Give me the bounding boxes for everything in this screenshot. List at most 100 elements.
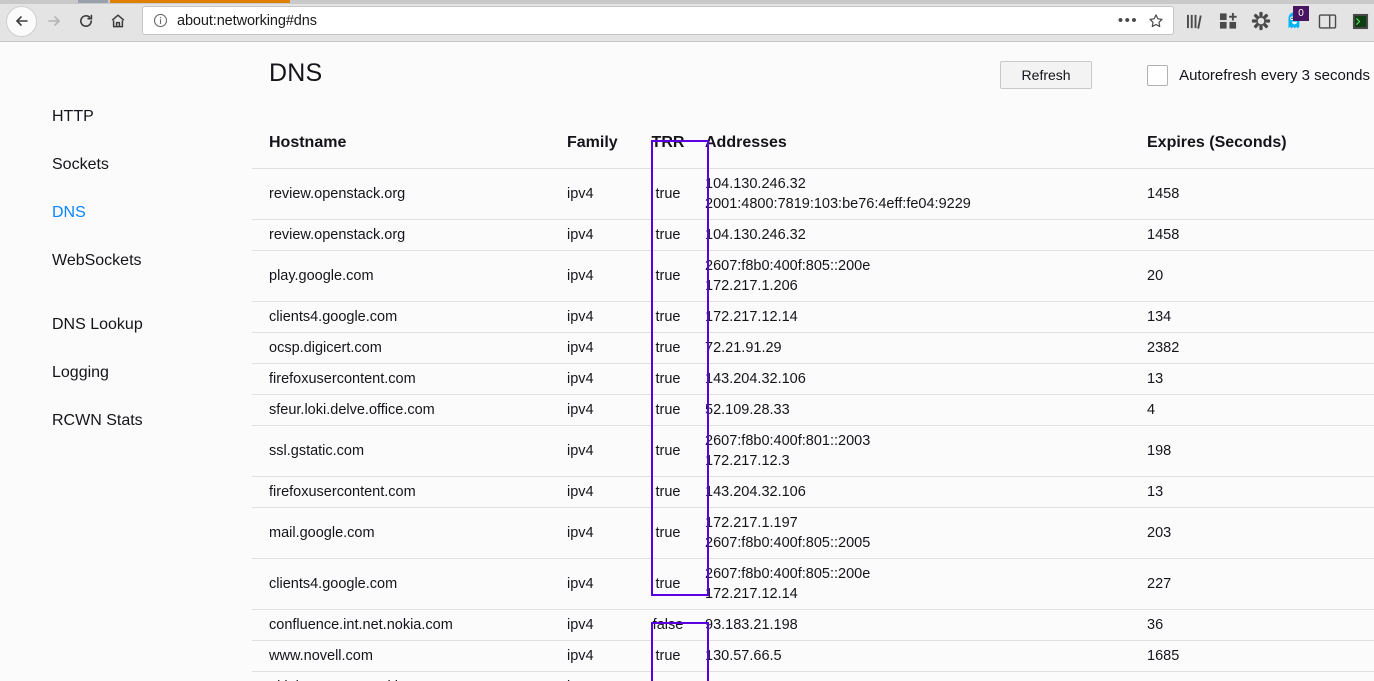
browser-chrome: about:networking#dns ••• 0 <box>0 0 1374 42</box>
cell-addresses: 2607:f8b0:400f:805::200e172.217.1.206 <box>697 250 1135 302</box>
table-row[interactable]: mail.google.com ipv4 true 172.217.1.197 2607… <box>252 507 1374 559</box>
cell-expires: 198 <box>1135 425 1374 477</box>
cell-addresses: 104.130.246.32 <box>697 219 1135 251</box>
address-line: 172.217.1.206 <box>705 278 798 294</box>
cell-family: ipv4 <box>567 476 639 508</box>
table-row[interactable]: gitlabe1.ext.net.nokia.comipv4true 93.183… <box>252 671 1374 681</box>
cell-expires: 1458 <box>1135 168 1374 220</box>
url-bar[interactable]: about:networking#dns ••• <box>142 6 1174 35</box>
cell-hostname: ssl.gstatic.com <box>252 425 567 477</box>
reload-icon[interactable] <box>71 6 101 36</box>
cell-addresses: 130.57.66.5 <box>697 640 1135 672</box>
about-networking-page: HTTP Sockets DNS WebSockets DNS Lookup L… <box>0 42 1374 681</box>
sidebar-item-websockets[interactable]: WebSockets <box>0 237 252 285</box>
column-header-hostname[interactable]: Hostname <box>252 134 567 169</box>
dns-table-body: review.openstack.org ipv4 true 104.130.246.… <box>252 168 1374 681</box>
cell-addresses: 2607:f8b0:400f:805::200e 172.217.12.14 <box>697 558 1135 610</box>
cell-family: ipv4 <box>567 394 639 426</box>
address-line: 130.57.66.5 <box>705 648 782 664</box>
table-row[interactable]: ocsp.digicert.com ipv4 true 72.21.91.29 2382 <box>252 332 1374 364</box>
cell-expires: 1458 <box>1135 219 1374 251</box>
address-line: 52.109.28.33 <box>705 402 790 418</box>
refresh-button[interactable]: Refresh <box>1000 61 1093 89</box>
collections-icon[interactable] <box>1213 6 1243 36</box>
terminal-icon[interactable] <box>1345 6 1374 36</box>
cell-trr: false <box>639 609 697 641</box>
forward-icon[interactable] <box>39 6 69 36</box>
home-icon[interactable] <box>103 6 133 36</box>
address-line: 93.183.21.198 <box>705 617 798 633</box>
table-row[interactable]: clients4.google.com ipv4 true 172.217.12.14… <box>252 301 1374 333</box>
table-row[interactable]: sfeur.loki.delve.office.com ipv4 true 52.10… <box>252 394 1374 426</box>
table-row[interactable]: play.google.com ipv4 true 2607:f8b0:400f:80… <box>252 250 1374 302</box>
table-row[interactable]: firefoxusercontent.com ipv4 true 143.204.32… <box>252 476 1374 508</box>
cell-addresses: 52.109.28.33 <box>697 394 1135 426</box>
url-text[interactable]: about:networking#dns <box>177 13 1115 29</box>
sidebar-item-http[interactable]: HTTP <box>0 93 252 141</box>
sidebar-item-dns[interactable]: DNS <box>0 189 252 237</box>
column-header-addresses[interactable]: Addresses <box>697 134 1135 169</box>
table-row[interactable]: ssl.gstatic.com ipv4 true 2607:f8b0:400f:80… <box>252 425 1374 477</box>
column-header-expires[interactable]: Expires (Seconds) <box>1135 134 1374 169</box>
cell-addresses: 2607:f8b0:400f:801::2003 172.217.12.3 <box>697 425 1135 477</box>
tab-strip[interactable] <box>0 0 1374 4</box>
cell-hostname: firefoxusercontent.com <box>252 363 567 395</box>
cell-trr: true <box>639 250 697 302</box>
cell-trr: true <box>639 640 697 672</box>
address-line: 172.217.1.197 <box>705 515 798 531</box>
sidebar-item-logging[interactable]: Logging <box>0 349 252 397</box>
table-row[interactable]: firefoxusercontent.com ipv4 true 143.204.32… <box>252 363 1374 395</box>
back-icon[interactable] <box>6 5 37 37</box>
library-icon[interactable] <box>1180 6 1210 36</box>
table-row[interactable]: www.novell.com ipv4 true 130.57.66.5 1685 <box>252 640 1374 672</box>
cell-hostname: mail.google.com <box>252 507 567 559</box>
cell-family: ipv4 <box>567 425 639 477</box>
dns-table-container[interactable]: Hostname Family TRR Addresses Expires (S… <box>252 134 1374 681</box>
cell-trr: true <box>639 558 697 610</box>
container-ghost-icon[interactable]: 0 <box>1279 6 1309 36</box>
cell-expires: 134 <box>1135 301 1374 333</box>
page-actions-icon[interactable]: ••• <box>1115 9 1141 33</box>
sidebar-item-rcwn-stats[interactable]: RCWN Stats <box>0 397 252 445</box>
column-header-family[interactable]: Family <box>567 134 639 169</box>
autorefresh-checkbox[interactable] <box>1147 64 1169 86</box>
sidebar-item-sockets[interactable]: Sockets <box>0 141 252 189</box>
sidebar-item-dns-lookup[interactable]: DNS Lookup <box>0 301 252 349</box>
dns-table: Hostname Family TRR Addresses Expires (S… <box>252 134 1374 681</box>
cell-family: ipv4 <box>567 507 639 559</box>
container-count-badge: 0 <box>1293 6 1309 21</box>
table-row[interactable]: review.openstack.org ipv4 true 104.130.246.… <box>252 219 1374 251</box>
star-icon[interactable] <box>1143 9 1169 33</box>
table-row[interactable]: confluence.int.net.nokia.com ipv4 false 93.… <box>252 609 1374 641</box>
table-row[interactable]: clients4.google.com ipv4 true 2607:f8b0:400… <box>252 558 1374 610</box>
sidebar-toggle-icon[interactable] <box>1312 6 1342 36</box>
tab-inactive[interactable] <box>78 0 108 3</box>
cell-hostname: review.openstack.org <box>252 219 567 251</box>
cell-expires: 36 <box>1135 609 1374 641</box>
address-line: 2607:f8b0:400f:805::2005 <box>705 535 871 551</box>
cell-expires: 203 <box>1135 507 1374 559</box>
settings-gear-icon[interactable] <box>1246 6 1276 36</box>
cell-trr: true <box>639 168 697 220</box>
address-line: 72.21.91.29 <box>705 340 782 356</box>
cell-hostname: play.google.com <box>252 250 567 302</box>
cell-addresses: 172.217.12.14 <box>697 301 1135 333</box>
cell-addresses: 172.217.1.1972607:f8b0:400f:805::2005 <box>697 507 1135 559</box>
tab-active-indicator[interactable] <box>110 0 290 3</box>
info-icon[interactable] <box>151 12 169 30</box>
cell-addresses: 104.130.246.32 2001:4800:7819:103:be76:4e… <box>697 168 1135 220</box>
cell-expires: 1685 <box>1135 640 1374 672</box>
address-line: 2001:4800:7819:103:be76:4eff:fe04:9229 <box>705 196 971 212</box>
address-line: 2607:f8b0:400f:805::200e <box>705 258 871 274</box>
cell-family: ipv4 <box>567 671 639 681</box>
cell-addresses: 72.21.91.29 <box>697 332 1135 364</box>
cell-trr: true <box>639 394 697 426</box>
table-row[interactable]: review.openstack.org ipv4 true 104.130.246.… <box>252 168 1374 220</box>
cell-hostname: firefoxusercontent.com <box>252 476 567 508</box>
cell-hostname: clients4.google.com <box>252 558 567 610</box>
cell-expires: 2382 <box>1135 332 1374 364</box>
column-header-trr[interactable]: TRR <box>639 134 697 169</box>
cell-family: ipv4 <box>567 558 639 610</box>
sidebar-divider <box>0 285 252 301</box>
address-line: 143.204.32.106 <box>705 371 806 387</box>
